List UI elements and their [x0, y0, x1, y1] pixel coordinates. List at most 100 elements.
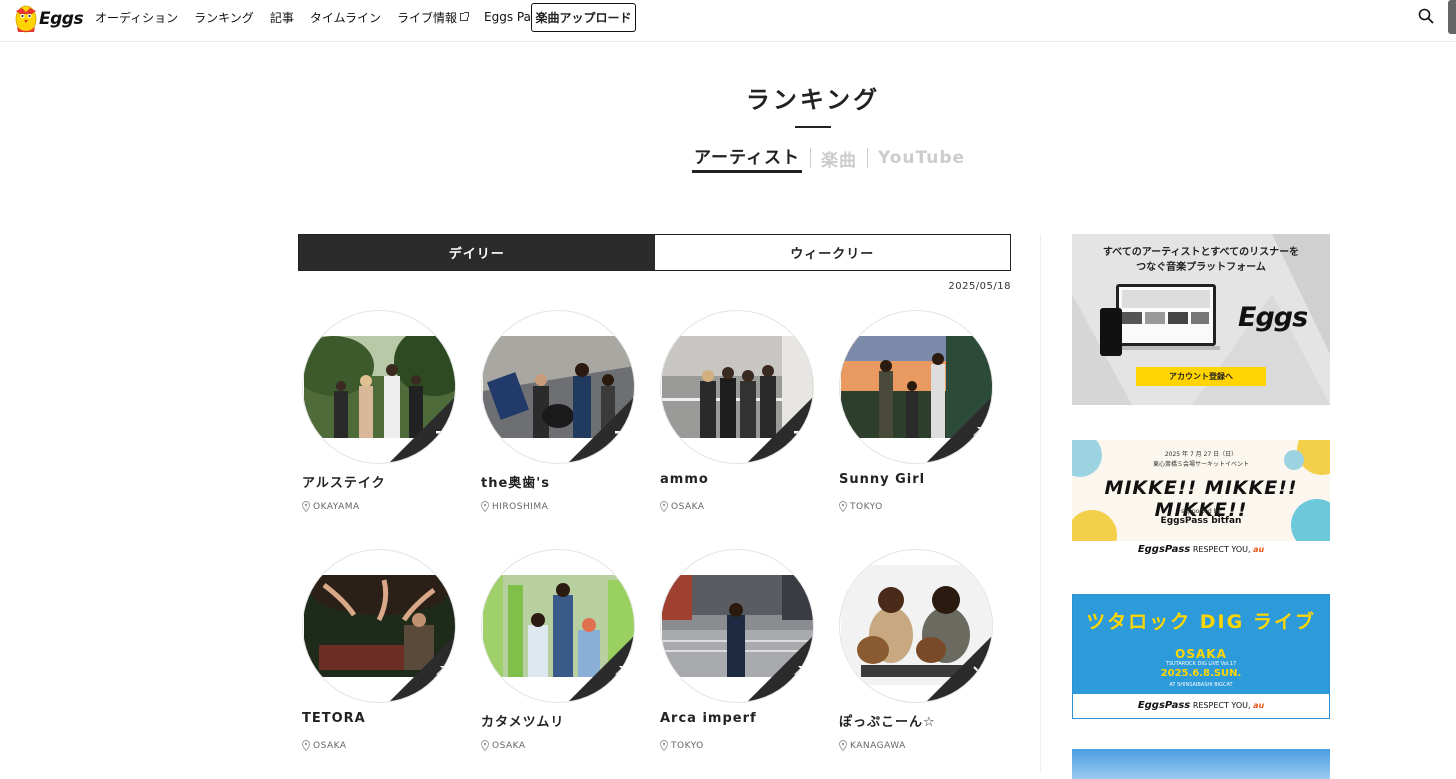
- artist-photo-frame[interactable]: 8位: [839, 549, 993, 703]
- au-logo: au: [1253, 701, 1265, 710]
- page-title: ランキング: [745, 86, 881, 114]
- tab-divider: [809, 148, 811, 168]
- rank-label: 2位: [619, 444, 634, 458]
- trend-down-icon: [973, 666, 983, 676]
- ranking-category-tabs: アーティスト 楽曲 YouTube: [692, 143, 967, 173]
- search-icon[interactable]: [1418, 8, 1434, 24]
- ranking-card[interactable]: 8位 ぽっぷこーん☆ KANAGAWA: [839, 549, 999, 769]
- period-switch: デイリー ウィークリー: [298, 234, 1011, 271]
- trend-up-icon: [615, 666, 625, 676]
- rank-label: 4位: [977, 444, 992, 458]
- ranking-card[interactable]: 1位 アルステイク OKAYAMA: [302, 310, 462, 530]
- event-subtitle: TSUTAROCK DIG LIVE Vol.17: [1165, 661, 1237, 667]
- egg-bird-icon: [15, 5, 37, 33]
- artist-photo-frame[interactable]: 1位: [302, 310, 456, 464]
- ranking-card[interactable]: 4位 Sunny Girl TOKYO: [839, 310, 999, 530]
- ranking-card[interactable]: 2位 the奥歯's HIROSHIMA: [481, 310, 641, 530]
- artist-name[interactable]: ぽっぷこーん☆: [839, 711, 936, 730]
- external-link-icon: [460, 12, 470, 21]
- artist-name[interactable]: TETORA: [302, 711, 366, 726]
- rank-label: 5位: [440, 683, 455, 697]
- nav-ranking[interactable]: ランキング: [194, 9, 254, 26]
- artist-name[interactable]: Sunny Girl: [839, 472, 925, 487]
- eggspass-logo: EggsPass: [1137, 544, 1191, 555]
- banner-brand: Eggs: [1238, 302, 1308, 333]
- nav-label: タイムライン: [309, 10, 381, 25]
- artist-photo-frame[interactable]: 4位: [839, 310, 993, 464]
- artist-location: OSAKA: [302, 740, 347, 751]
- location-pin-icon: [302, 501, 310, 512]
- artist-location: TOKYO: [839, 501, 883, 512]
- logo-text: Eggs: [39, 9, 84, 29]
- tsutarock-event-banner[interactable]: ツタロック DIG ライブ OSAKA TSUTAROCK DIG LIVE V…: [1072, 594, 1330, 719]
- tab-youtube[interactable]: YouTube: [876, 148, 967, 168]
- artist-photo-frame[interactable]: 7位: [660, 549, 814, 703]
- artist-name[interactable]: Arca imperf: [660, 711, 757, 726]
- nav-articles[interactable]: 記事: [270, 9, 294, 26]
- main-nav: オーディション ランキング 記事 タイムライン ライブ情報 Eggs Pass: [95, 0, 570, 34]
- sponsors: EggsPass bitfan: [1160, 516, 1242, 526]
- daily-button[interactable]: デイリー: [299, 235, 655, 270]
- trend-up-icon: [436, 666, 446, 676]
- rank-label: 7位: [798, 683, 813, 697]
- trend-same-icon: [794, 431, 804, 434]
- nav-live-info[interactable]: ライブ情報: [397, 9, 470, 26]
- tab-artist[interactable]: アーティスト: [692, 143, 802, 173]
- artist-name[interactable]: the奥歯's: [481, 472, 550, 491]
- trend-same-icon: [436, 431, 446, 434]
- tab-songs[interactable]: 楽曲: [819, 146, 859, 171]
- location-text: KANAGAWA: [850, 740, 906, 751]
- location-text: OKAYAMA: [313, 501, 360, 512]
- partial-banner[interactable]: [1072, 749, 1330, 779]
- au-logo: au: [1253, 545, 1265, 554]
- event-date: 2025.6.8.SUN.: [1160, 668, 1242, 679]
- trend-up-icon: [794, 666, 804, 676]
- eggs-signup-banner[interactable]: すべてのアーティストとすべてのリスナーを つなぐ音楽プラットフォーム Eggs …: [1072, 234, 1330, 405]
- footer-text: RESPECT YOU,: [1192, 545, 1251, 554]
- tab-divider: [866, 148, 868, 168]
- ranking-card[interactable]: 7位 Arca imperf TOKYO: [660, 549, 820, 769]
- location-text: OSAKA: [492, 740, 526, 751]
- ranking-card[interactable]: 3位 ammo OSAKA: [660, 310, 820, 530]
- artist-name[interactable]: アルステイク: [302, 472, 386, 491]
- banner-footer: EggsPass RESPECT YOU, au: [1072, 544, 1330, 555]
- artist-photo-frame[interactable]: 3位: [660, 310, 814, 464]
- title-underline: [795, 126, 831, 128]
- scrollbar-edge[interactable]: [1448, 0, 1456, 34]
- ranking-card[interactable]: 6位 カタメツムリ OSAKA: [481, 549, 641, 769]
- account-register-button[interactable]: アカウント登録へ: [1136, 367, 1266, 386]
- sidebar-divider: [1040, 234, 1041, 773]
- location-text: OSAKA: [671, 501, 705, 512]
- mikke-event-banner[interactable]: 2025 年 7 月 27 日（日） 東心斎橋５会場サーキットイベント MIKK…: [1072, 440, 1330, 561]
- location-pin-icon: [839, 740, 847, 751]
- artist-location: OSAKA: [481, 740, 526, 751]
- upload-song-button[interactable]: 楽曲アップロード: [531, 3, 636, 32]
- trend-up-icon: [973, 427, 983, 437]
- nav-label: オーディション: [95, 10, 179, 25]
- location-pin-icon: [481, 740, 489, 751]
- nav-label: 記事: [269, 10, 294, 25]
- nav-label: ライブ情報: [397, 10, 458, 25]
- nav-timeline[interactable]: タイムライン: [310, 9, 381, 26]
- artist-name[interactable]: ammo: [660, 472, 709, 487]
- artist-photo-frame[interactable]: 5位: [302, 549, 456, 703]
- location-text: TOKYO: [850, 501, 883, 512]
- footer-text: RESPECT YOU,: [1192, 701, 1251, 710]
- event-sub-line: 東心斎橋５会場サーキットイベント: [1152, 461, 1249, 468]
- event-title: ツタロック DIG ライブ: [1086, 611, 1316, 633]
- location-text: HIROSHIMA: [492, 501, 549, 512]
- location-text: OSAKA: [313, 740, 347, 751]
- eggs-logo[interactable]: Eggs: [14, 2, 84, 36]
- event-date: 2025 年 7 月 27 日（日） 東心斎橋５会場サーキットイベント: [1072, 450, 1330, 470]
- artist-location: OKAYAMA: [302, 501, 360, 512]
- ranking-card[interactable]: 5位 TETORA OSAKA: [302, 549, 462, 769]
- nav-audition[interactable]: オーディション: [95, 9, 178, 26]
- artist-photo-frame[interactable]: 6位: [481, 549, 635, 703]
- weekly-button[interactable]: ウィークリー: [654, 235, 1010, 270]
- artist-location: TOKYO: [660, 740, 704, 751]
- artist-name[interactable]: カタメツムリ: [481, 711, 564, 730]
- location-pin-icon: [481, 501, 489, 512]
- banner-tagline: すべてのアーティストとすべてのリスナーを つなぐ音楽プラットフォーム: [1072, 245, 1330, 275]
- device-mockup-icon: [1100, 284, 1220, 356]
- artist-photo-frame[interactable]: 2位: [481, 310, 635, 464]
